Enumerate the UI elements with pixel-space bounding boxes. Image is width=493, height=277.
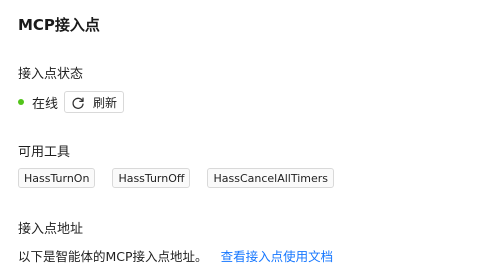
refresh-icon (71, 95, 85, 109)
page-title: MCP接入点 (18, 16, 100, 34)
endpoint-status-heading: 接入点状态 (18, 67, 84, 82)
view-docs-link[interactable]: 查看接入点使用文档 (221, 246, 334, 265)
status-row: 在线 刷新 (18, 90, 125, 114)
tool-tag: HassCancelAllTimers (207, 168, 335, 188)
endpoint-address-heading: 接入点地址 (18, 222, 84, 237)
address-description: 以下是智能体的MCP接入点地址。 (18, 249, 208, 264)
refresh-button[interactable]: 刷新 (64, 91, 125, 113)
refresh-label: 刷新 (93, 95, 118, 110)
online-status-dot-icon (18, 99, 24, 105)
address-row: 以下是智能体的MCP接入点地址。 查看接入点使用文档 (18, 246, 333, 265)
status-text: 在线 (32, 96, 59, 112)
tool-tag: HassTurnOff (112, 168, 191, 188)
available-tools-heading: 可用工具 (18, 145, 71, 160)
tools-list: HassTurnOn HassTurnOff HassCancelAllTime… (18, 168, 351, 188)
tool-tag: HassTurnOn (18, 168, 96, 188)
